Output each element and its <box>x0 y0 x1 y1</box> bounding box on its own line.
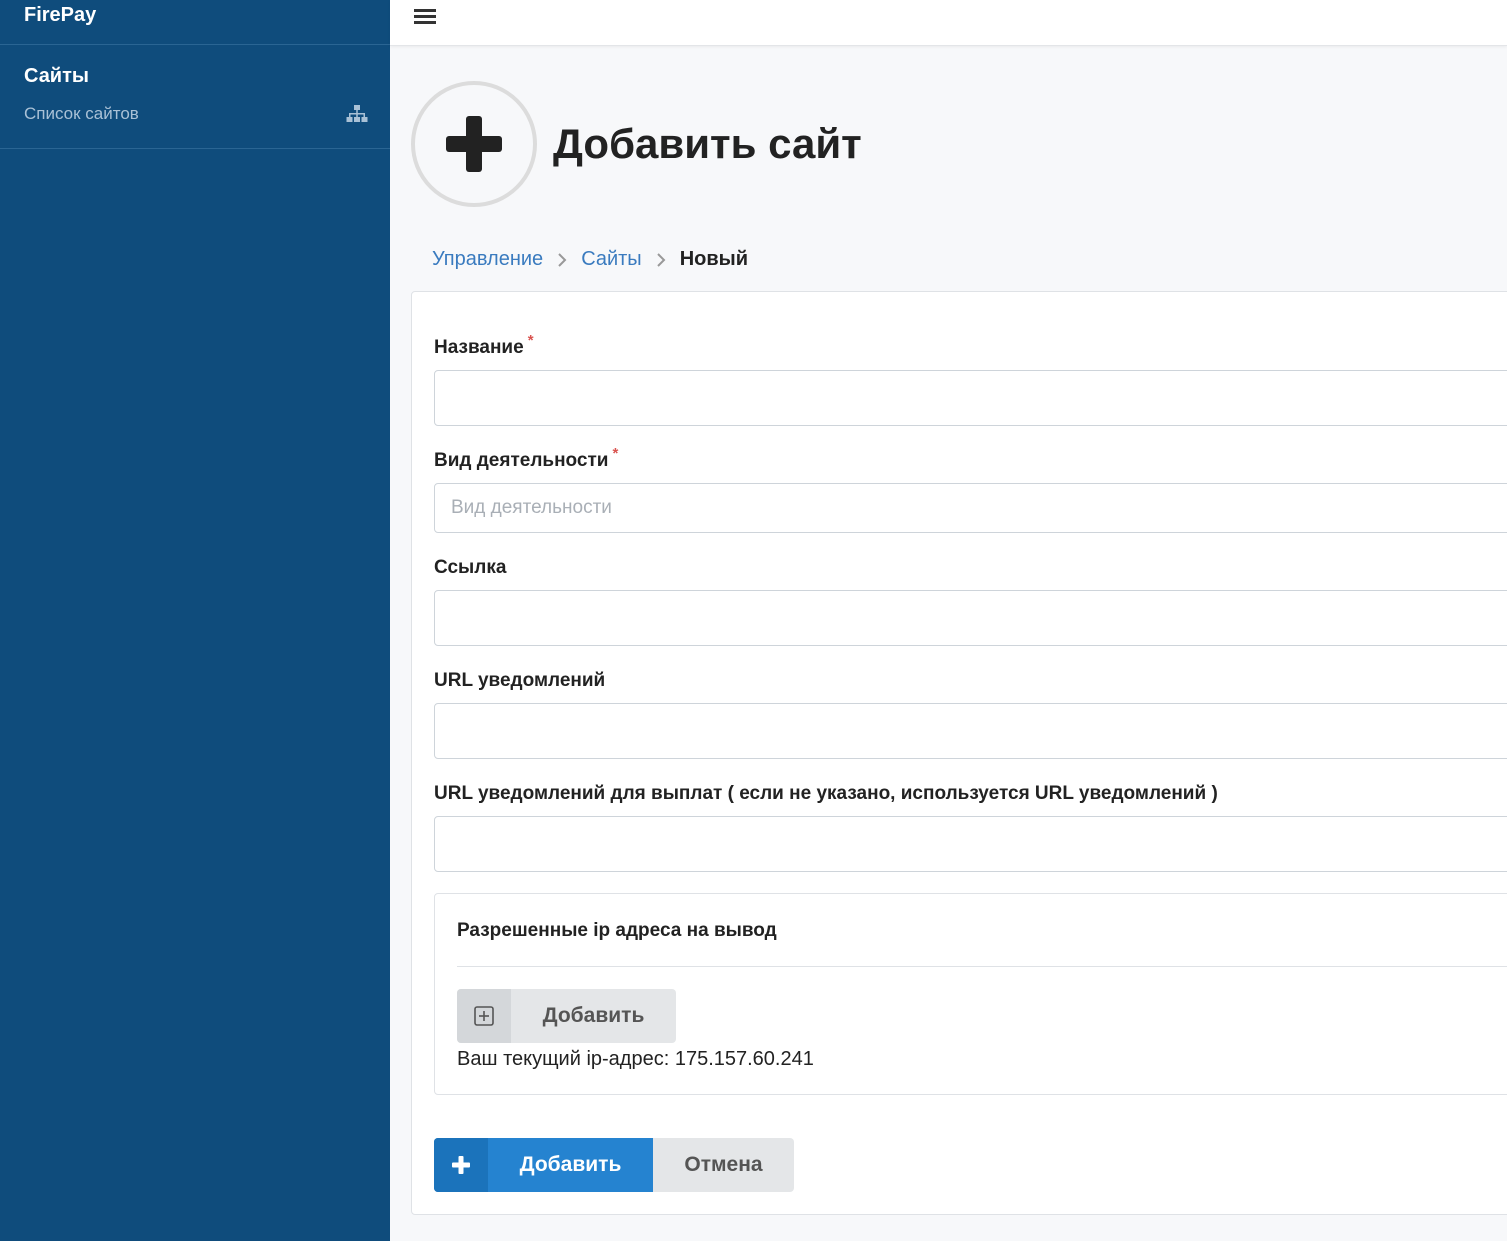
submit-add-button-label: Добавить <box>519 1153 622 1176</box>
link-label: Ссылка <box>434 557 507 578</box>
add-ip-button[interactable]: Добавить <box>457 989 676 1043</box>
breadcrumb-item-sites[interactable]: Сайты <box>581 248 642 271</box>
notification-url-input[interactable] <box>434 703 1507 759</box>
activity-type-label: Вид деятельности * <box>434 445 619 471</box>
brand-logo[interactable]: FirePay <box>0 0 390 45</box>
hamburger-icon[interactable] <box>414 6 436 28</box>
sitemap-icon <box>346 105 368 122</box>
plus-square-icon <box>457 989 511 1043</box>
site-form-card: Название* Вид деятельности* Ссылка URL у… <box>411 291 1507 1215</box>
plus-icon <box>411 81 537 207</box>
current-ip-text: Ваш текущий ip-адрес: 175.157.60.241 <box>457 1048 814 1070</box>
form-actions: Добавить Отмена <box>434 1138 794 1192</box>
allowed-ip-section: Разрешенные ip адреса на вывод Добавить … <box>434 893 1507 1095</box>
cancel-button[interactable]: Отмена <box>653 1138 794 1192</box>
required-marker: * <box>527 332 534 349</box>
chevron-right-icon <box>656 252 666 268</box>
sidebar: FirePay Сайты Список сайтов <box>0 0 390 1241</box>
activity-type-input[interactable] <box>434 483 1507 533</box>
payout-notification-url-input[interactable] <box>434 816 1507 872</box>
plus-icon <box>434 1138 488 1192</box>
top-bar <box>390 0 1507 46</box>
allowed-ip-title: Разрешенные ip адреса на вывод <box>457 920 777 941</box>
notification-url-label: URL уведомлений <box>434 670 606 691</box>
page-title: Добавить сайт <box>553 120 862 167</box>
submit-add-button[interactable]: Добавить <box>434 1138 653 1192</box>
main-content: Добавить сайт Управление Сайты Новый Наз… <box>390 46 1507 1241</box>
page-header: Добавить сайт <box>411 81 862 207</box>
name-input[interactable] <box>434 370 1507 426</box>
breadcrumb-item-management[interactable]: Управление <box>432 248 543 271</box>
sidebar-section-title: Сайты <box>24 65 89 87</box>
add-ip-button-label: Добавить <box>542 1004 645 1027</box>
breadcrumb: Управление Сайты Новый <box>432 248 748 271</box>
link-input[interactable] <box>434 590 1507 646</box>
required-marker: * <box>612 445 619 462</box>
sidebar-item-site-list[interactable]: Список сайтов <box>24 104 368 124</box>
divider <box>457 966 1507 967</box>
payout-notification-url-label: URL уведомлений для выплат ( если не ука… <box>434 783 1218 804</box>
sidebar-section-sites: Сайты Список сайтов <box>0 45 390 149</box>
chevron-right-icon <box>557 252 567 268</box>
sidebar-item-label: Список сайтов <box>24 104 139 123</box>
name-label: Название * <box>434 332 534 358</box>
breadcrumb-item-current: Новый <box>679 248 749 270</box>
